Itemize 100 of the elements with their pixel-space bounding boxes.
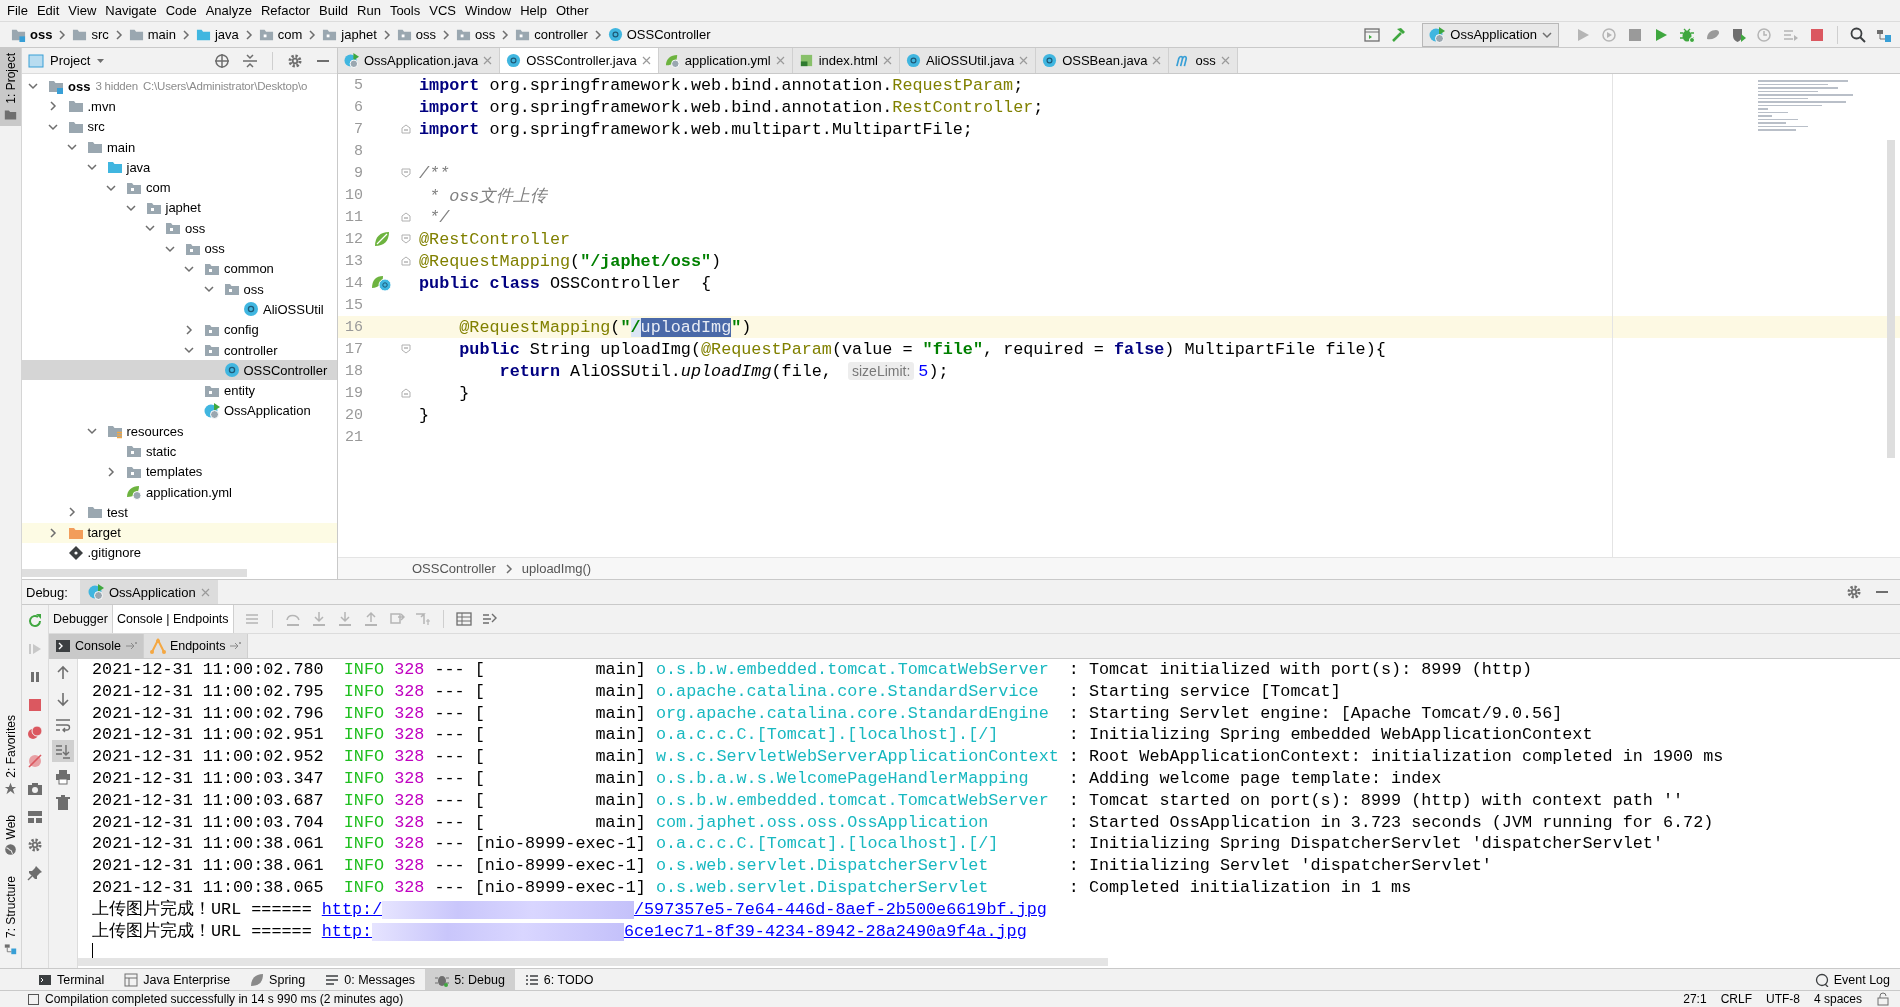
- step-out-icon[interactable]: [362, 611, 379, 627]
- event-log-button[interactable]: Event Log: [1804, 969, 1900, 990]
- window-icon[interactable]: [1364, 26, 1381, 43]
- breadcrumb[interactable]: oss: [8, 25, 56, 44]
- table-icon[interactable]: [455, 611, 472, 627]
- tool-window-button[interactable]: 6: TODO: [514, 969, 604, 990]
- tree-row[interactable]: .mvn: [22, 96, 337, 117]
- close-icon[interactable]: [883, 56, 892, 65]
- fold-icon[interactable]: [401, 124, 411, 134]
- breadcrumb[interactable]: uploadImg(): [521, 561, 592, 576]
- trash-icon[interactable]: [55, 795, 71, 811]
- tree-row[interactable]: oss: [22, 218, 337, 239]
- editor-tab[interactable]: application.yml: [658, 48, 793, 73]
- locate-icon[interactable]: [214, 52, 230, 69]
- caret-position[interactable]: 27:1: [1683, 992, 1707, 1006]
- line-separator[interactable]: CRLF: [1720, 992, 1752, 1006]
- close-icon[interactable]: [641, 56, 651, 65]
- pin-icon[interactable]: [27, 865, 43, 881]
- tool-window-button[interactable]: 5: Debug: [425, 969, 515, 990]
- fold-icon[interactable]: [401, 234, 411, 244]
- breadcrumb[interactable]: controller: [512, 25, 591, 44]
- tree-row[interactable]: common: [22, 258, 337, 279]
- soft-wrap-icon[interactable]: [55, 717, 71, 733]
- lock-icon[interactable]: [1876, 992, 1890, 1006]
- tree-row[interactable]: src: [22, 116, 337, 137]
- editor-tab[interactable]: oss: [1169, 48, 1238, 73]
- tree-row[interactable]: target: [22, 522, 337, 543]
- menu-item[interactable]: View: [64, 1, 102, 20]
- bean-icon[interactable]: [373, 230, 391, 248]
- fold-icon[interactable]: [401, 256, 411, 266]
- settings-icon[interactable]: [287, 52, 303, 69]
- fold-icon[interactable]: [401, 212, 411, 222]
- menu-item[interactable]: Other: [551, 1, 594, 20]
- breadcrumb[interactable]: oss: [453, 25, 499, 44]
- stop-icon[interactable]: [27, 697, 43, 713]
- tree-row[interactable]: OssApplication: [22, 400, 337, 422]
- tree-row[interactable]: oss 3 hidden C:\Users\Administrator\Desktop\o: [22, 76, 337, 97]
- down-arrow-icon[interactable]: [55, 691, 71, 707]
- stop-icon[interactable]: [1627, 26, 1643, 43]
- run-icon[interactable]: [1653, 26, 1669, 43]
- up-arrow-icon[interactable]: [55, 665, 71, 681]
- tree-row[interactable]: application.yml: [22, 481, 337, 503]
- menu-item[interactable]: Help: [516, 1, 552, 20]
- tree-row[interactable]: static: [22, 441, 337, 462]
- editor-tab[interactable]: OssApplication.java: [338, 48, 501, 73]
- breadcrumb[interactable]: com: [255, 25, 306, 44]
- tool-window-button[interactable]: 0: Messages: [315, 969, 426, 990]
- tree-row[interactable]: java: [22, 157, 337, 178]
- file-encoding[interactable]: UTF-8: [1765, 992, 1800, 1006]
- menu-item[interactable]: VCS: [425, 1, 461, 20]
- tree-row[interactable]: com: [22, 177, 337, 198]
- shield-icon[interactable]: [1731, 26, 1747, 43]
- close-icon[interactable]: [483, 56, 493, 65]
- editor-tab[interactable]: OSSController.java: [500, 48, 659, 73]
- menu-item[interactable]: Build: [315, 1, 353, 20]
- trace-icon[interactable]: [481, 611, 498, 627]
- breadcrumb[interactable]: src: [69, 25, 112, 44]
- camera-icon[interactable]: [27, 781, 43, 797]
- run-configuration-dropdown[interactable]: OssApplication: [1422, 22, 1559, 47]
- view-tab[interactable]: Debugger: [49, 605, 112, 633]
- menu-item[interactable]: Window: [460, 1, 517, 20]
- breakpoints-icon[interactable]: [27, 725, 43, 741]
- url-link[interactable]: http: 6ce1ec71-8f39-4234-8942-28a2490a9f4a.jpg: [321, 920, 1027, 943]
- view-tab[interactable]: Console | Endpoints: [111, 605, 234, 633]
- mute-breakpoints-icon[interactable]: [27, 753, 43, 769]
- tool-window-button[interactable]: Spring: [240, 969, 316, 990]
- tree-row[interactable]: OSSController: [22, 360, 337, 381]
- scrollbar[interactable]: [22, 569, 247, 577]
- editor-tab[interactable]: OSSBean.java: [1036, 48, 1170, 73]
- close-icon[interactable]: [1152, 56, 1162, 65]
- tree-row[interactable]: config: [22, 319, 337, 340]
- tree-row[interactable]: controller: [22, 339, 337, 361]
- collapse-all-icon[interactable]: [242, 52, 258, 69]
- breadcrumb[interactable]: main: [125, 25, 179, 44]
- breadcrumb[interactable]: OSSController: [604, 25, 714, 44]
- session-tab[interactable]: OssApplication: [79, 580, 218, 604]
- close-icon[interactable]: [1220, 56, 1230, 65]
- console-tab[interactable]: Endpoints: [143, 634, 249, 658]
- tool-window-button[interactable]: Web: [0, 809, 21, 861]
- close-icon[interactable]: [775, 56, 785, 65]
- tree-row[interactable]: entity: [22, 380, 337, 401]
- menu-item[interactable]: File: [3, 1, 33, 20]
- tree-row[interactable]: AliOSSUtil: [22, 299, 337, 320]
- play-icon[interactable]: [1575, 26, 1591, 43]
- stop-icon[interactable]: [1809, 26, 1825, 43]
- step-into-icon[interactable]: [310, 611, 327, 627]
- bean-class-icon[interactable]: [371, 274, 393, 292]
- tool-window-button[interactable]: Java Enterprise: [114, 969, 241, 990]
- fold-icon[interactable]: [401, 344, 411, 354]
- tree-row[interactable]: .gitignore: [22, 542, 337, 564]
- menu-item[interactable]: Run: [353, 1, 386, 20]
- print-icon[interactable]: [55, 769, 71, 785]
- layout-icon[interactable]: [27, 809, 43, 825]
- tree-row[interactable]: resources: [22, 421, 337, 442]
- menu-item[interactable]: Navigate: [101, 1, 162, 20]
- settings-icon[interactable]: [27, 837, 43, 853]
- tool-window-button[interactable]: 1: Project: [0, 48, 21, 126]
- menu-item[interactable]: Tools: [385, 1, 426, 20]
- clock-icon[interactable]: [1757, 26, 1773, 43]
- breadcrumb[interactable]: oss: [393, 25, 439, 44]
